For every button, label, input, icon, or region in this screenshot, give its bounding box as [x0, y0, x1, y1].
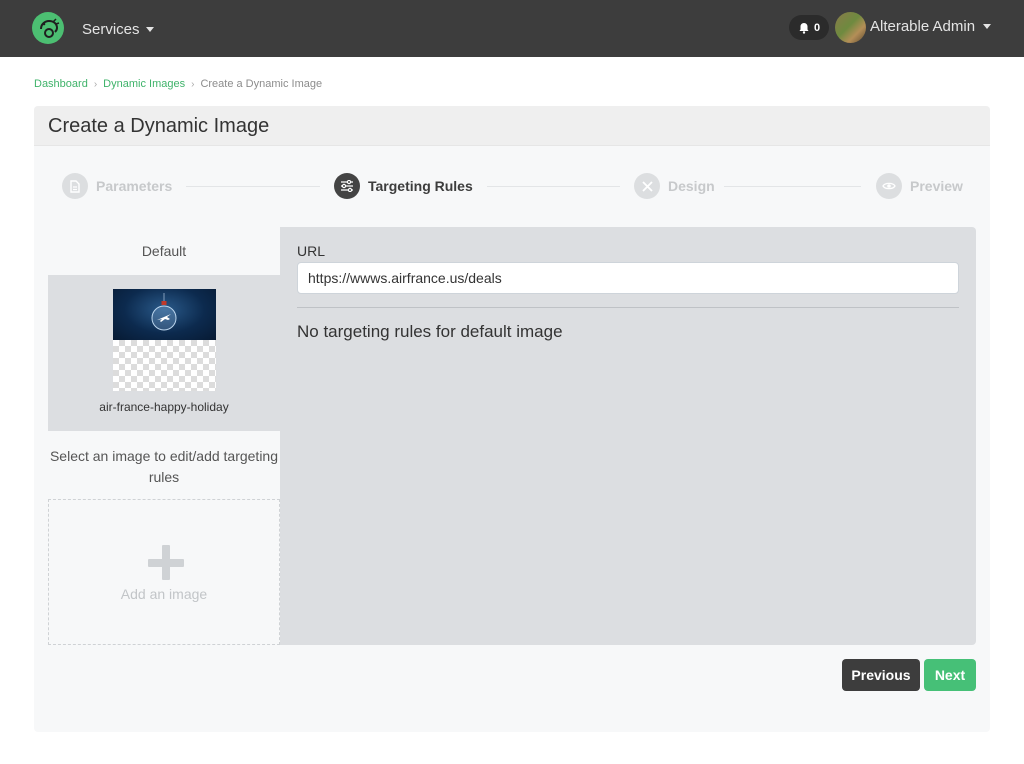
- url-label: URL: [297, 243, 326, 259]
- top-navbar: Services 0 Alterable Admin: [0, 0, 1024, 57]
- services-menu[interactable]: Services: [82, 19, 154, 39]
- plus-icon: [148, 559, 184, 567]
- transparent-area: [113, 340, 216, 391]
- chevron-down-icon: [145, 26, 154, 32]
- step-label: Parameters: [96, 178, 173, 194]
- image-name: air-france-happy-holiday: [99, 400, 229, 414]
- breadcrumb: Dashboard › Dynamic Images › Create a Dy…: [34, 78, 322, 90]
- eye-icon: [876, 173, 902, 199]
- divider: [297, 307, 959, 308]
- breadcrumb-dashboard[interactable]: Dashboard: [34, 78, 88, 90]
- avatar[interactable]: [835, 12, 866, 43]
- design-tools-icon: [634, 173, 660, 199]
- sliders-icon: [334, 173, 360, 199]
- breadcrumb-dynamic-images[interactable]: Dynamic Images: [103, 78, 185, 90]
- empty-rules-message: No targeting rules for default image: [297, 322, 563, 341]
- notifications-button[interactable]: 0: [789, 15, 829, 40]
- default-image-label: Default: [141, 243, 187, 259]
- chevron-down-icon: [983, 24, 992, 29]
- step-label: Targeting Rules: [368, 178, 473, 194]
- user-menu[interactable]: Alterable Admin: [870, 18, 992, 35]
- step-label: Design: [668, 178, 715, 194]
- targeting-rules-panel: URL No targeting rules for default image: [280, 227, 976, 645]
- bell-icon: [799, 22, 809, 34]
- image-thumbnail: [113, 289, 216, 391]
- breadcrumb-current: Create a Dynamic Image: [200, 78, 323, 90]
- stepper-connector: [186, 186, 320, 187]
- url-input[interactable]: [297, 262, 959, 294]
- step-label: Preview: [910, 178, 963, 194]
- chevron-right-icon: ›: [191, 78, 195, 90]
- page-title: Create a Dynamic Image: [48, 115, 270, 137]
- next-button[interactable]: Next: [924, 659, 976, 691]
- step-parameters[interactable]: Parameters: [62, 173, 172, 199]
- chevron-right-icon: ›: [93, 78, 98, 90]
- services-label: Services: [82, 20, 140, 38]
- thumbnail-preview: [113, 289, 216, 340]
- create-dynamic-image-card: Create a Dynamic Image Parameters Target…: [34, 106, 990, 732]
- card-header: Create a Dynamic Image: [34, 106, 990, 146]
- stepper-connector: [487, 186, 620, 187]
- document-icon: [62, 173, 88, 199]
- previous-button[interactable]: Previous: [842, 659, 920, 691]
- user-name: Alterable Admin: [870, 18, 976, 35]
- image-tile-default[interactable]: air-france-happy-holiday: [48, 275, 280, 431]
- step-preview[interactable]: Preview: [876, 173, 963, 199]
- stepper-connector: [724, 186, 861, 187]
- chameleon-logo-icon[interactable]: [32, 12, 64, 44]
- step-targeting-rules[interactable]: Targeting Rules: [334, 173, 473, 199]
- add-image-label: Add an image: [120, 586, 208, 602]
- notification-count: 0: [813, 21, 821, 34]
- step-design[interactable]: Design: [634, 173, 715, 199]
- select-image-hint: Select an image to edit/add targeting ru…: [49, 448, 279, 485]
- add-image-button[interactable]: Add an image: [48, 499, 280, 645]
